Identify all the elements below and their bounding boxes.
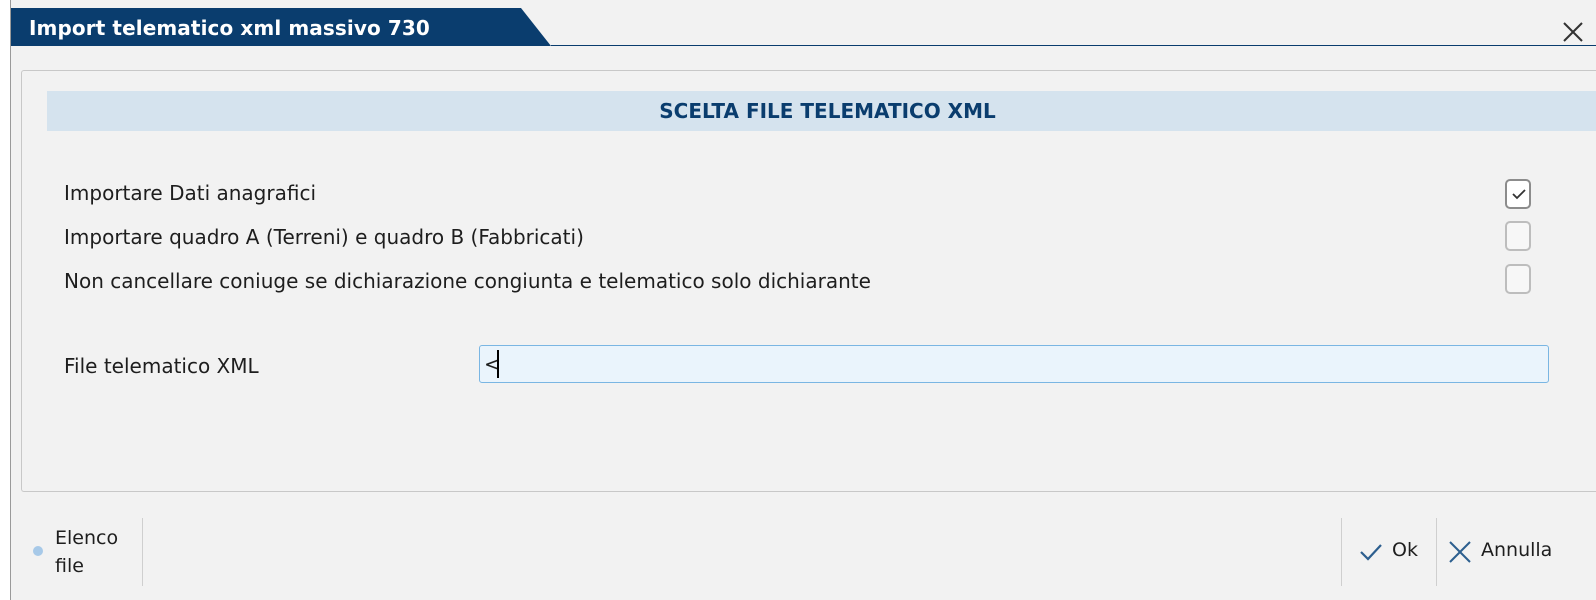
file-field-label: File telematico XML (64, 354, 259, 378)
section-header: SCELTA FILE TELEMATICO XML (47, 91, 1596, 131)
checkbox-non-cancellare-coniuge[interactable] (1505, 264, 1531, 294)
options-panel: SCELTA FILE TELEMATICO XML Importare Dat… (21, 70, 1596, 492)
text-caret (497, 350, 499, 378)
checkbox-quadro-a-b[interactable] (1505, 221, 1531, 251)
checkmark-icon (1512, 189, 1526, 200)
title-bar: Import telematico xml massivo 730 (11, 8, 1596, 46)
title-underline (551, 45, 1596, 46)
elenco-file-label: Elenco file (55, 527, 119, 577)
footer-divider (142, 518, 143, 586)
ok-label: Ok (1392, 539, 1418, 561)
import-dialog: Import telematico xml massivo 730 SCELTA… (10, 0, 1596, 600)
file-telematico-input[interactable] (479, 345, 1549, 383)
footer-divider (1341, 518, 1342, 586)
footer-toolbar: Elenco file Ok Annulla (11, 510, 1596, 600)
option-label-quadro-a-b: Importare quadro A (Terreni) e quadro B … (64, 225, 584, 249)
dialog-title: Import telematico xml massivo 730 (29, 16, 430, 40)
footer-divider (1436, 518, 1437, 586)
check-icon (1360, 544, 1382, 561)
close-button[interactable] (1559, 18, 1587, 46)
option-label-non-cancellare-coniuge: Non cancellare coniuge se dichiarazione … (64, 269, 871, 293)
option-label-dati-anagrafici: Importare Dati anagrafici (64, 181, 317, 205)
elenco-file-button[interactable]: Elenco file (21, 518, 143, 586)
bullet-icon (33, 546, 43, 556)
checkbox-dati-anagrafici[interactable] (1505, 179, 1531, 209)
annulla-button[interactable]: Annulla (1443, 535, 1596, 575)
cancel-icon (1449, 541, 1471, 563)
close-icon (1563, 22, 1583, 42)
annulla-label: Annulla (1481, 539, 1553, 561)
